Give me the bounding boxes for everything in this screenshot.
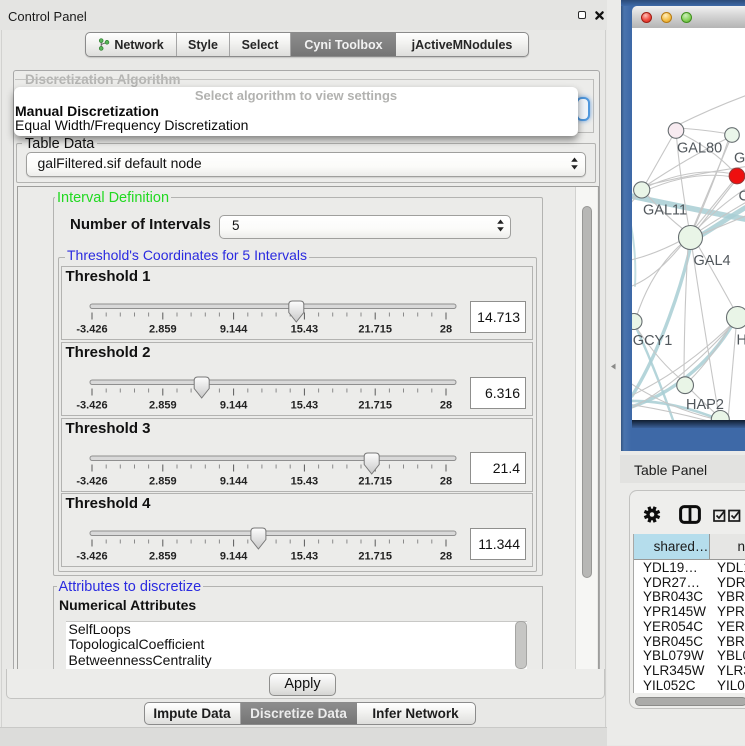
svg-text:2.859: 2.859 (149, 475, 177, 487)
svg-text:GAL2: GAL2 (734, 150, 745, 166)
svg-text:GAL11: GAL11 (643, 202, 687, 218)
svg-text:9.144: 9.144 (220, 324, 248, 336)
svg-text:GAL4: GAL4 (693, 253, 730, 269)
svg-text:21.715: 21.715 (358, 551, 392, 563)
svg-text:28: 28 (440, 324, 452, 336)
svg-text:21.715: 21.715 (358, 400, 392, 412)
svg-text:21.715: 21.715 (358, 324, 392, 336)
svg-text:-3.426: -3.426 (76, 475, 107, 487)
svg-text:CRP1: CRP1 (738, 188, 745, 204)
svg-text:9.144: 9.144 (220, 551, 248, 563)
svg-text:-3.426: -3.426 (76, 400, 107, 412)
svg-text:HIS4: HIS4 (736, 332, 745, 348)
svg-text:21.715: 21.715 (358, 475, 392, 487)
svg-text:15.43: 15.43 (291, 551, 319, 563)
svg-text:9.144: 9.144 (220, 400, 248, 412)
svg-text:15.43: 15.43 (291, 400, 319, 412)
svg-text:2.859: 2.859 (149, 324, 177, 336)
svg-text:28: 28 (440, 551, 452, 563)
svg-text:2.859: 2.859 (149, 400, 177, 412)
svg-text:-3.426: -3.426 (76, 551, 107, 563)
svg-text:9.144: 9.144 (220, 475, 248, 487)
svg-text:28: 28 (440, 400, 452, 412)
svg-text:2.859: 2.859 (149, 551, 177, 563)
svg-text:15.43: 15.43 (291, 324, 319, 336)
svg-text:GCY1: GCY1 (632, 333, 672, 349)
svg-text:28: 28 (440, 475, 452, 487)
svg-text:HAP2: HAP2 (686, 396, 724, 412)
svg-text:GAL80: GAL80 (677, 140, 722, 156)
svg-text:15.43: 15.43 (291, 475, 319, 487)
svg-text:-3.426: -3.426 (76, 324, 107, 336)
